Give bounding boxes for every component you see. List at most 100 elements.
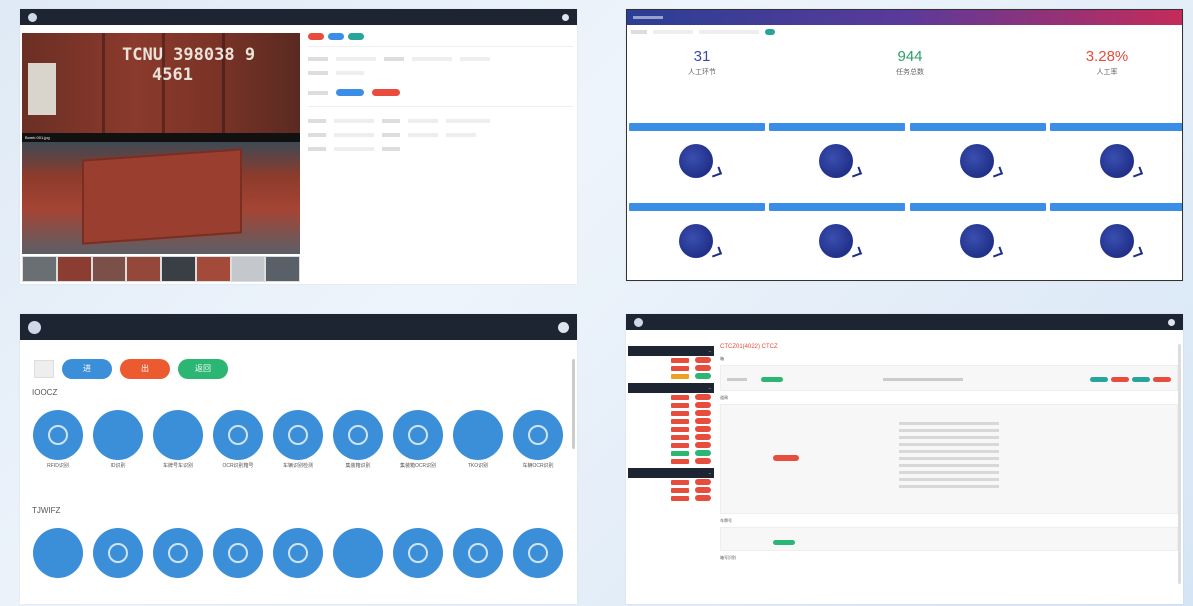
ocr-icon: [213, 410, 263, 460]
device-icon: [33, 528, 83, 578]
device-item[interactable]: 集装箱OCR识别: [392, 410, 444, 469]
lane-row: [628, 425, 714, 433]
menu-item[interactable]: [788, 319, 796, 325]
device-item[interactable]: RFID识别: [32, 410, 84, 469]
device-item[interactable]: [392, 528, 444, 578]
toggle[interactable]: [695, 450, 711, 456]
tab-in[interactable]: 进: [62, 359, 112, 379]
container-body: [82, 148, 242, 245]
device-item[interactable]: ID识别: [92, 410, 144, 469]
menu-item[interactable]: [82, 14, 90, 20]
app-logo-icon: [28, 320, 41, 334]
lane-sidebar: [628, 346, 714, 505]
avatar[interactable]: [558, 321, 569, 333]
group-header[interactable]: [628, 383, 714, 393]
menu-item[interactable]: [196, 324, 204, 330]
lane-row: [628, 417, 714, 425]
device-item[interactable]: 集装箱识别: [332, 410, 384, 469]
device-item[interactable]: [512, 528, 564, 578]
menu-item[interactable]: [769, 319, 775, 325]
toggle[interactable]: [695, 365, 711, 371]
form-row: [308, 89, 573, 96]
user-area: [1168, 318, 1175, 326]
device-item[interactable]: [92, 528, 144, 578]
device-item[interactable]: 车辆OCR识别: [512, 410, 564, 469]
toggle[interactable]: [695, 410, 711, 416]
thumbnail[interactable]: [92, 257, 126, 281]
menu-item[interactable]: [144, 324, 156, 330]
device-item[interactable]: TKO识别: [452, 410, 504, 469]
thumbnail[interactable]: [127, 257, 160, 281]
menu-item[interactable]: [747, 319, 755, 325]
toggle[interactable]: [695, 487, 711, 493]
query-button[interactable]: [765, 29, 775, 35]
lane-group: [628, 346, 714, 380]
device-item[interactable]: [152, 528, 204, 578]
menu-item[interactable]: [243, 324, 255, 330]
thumbnail[interactable]: [57, 257, 91, 281]
menu-item[interactable]: [269, 324, 282, 330]
tab-return[interactable]: 返回: [178, 359, 228, 379]
thumbnail[interactable]: [196, 257, 230, 281]
action-button[interactable]: [328, 33, 344, 40]
action-button[interactable]: [348, 33, 364, 40]
toggle[interactable]: [695, 458, 711, 464]
avatar[interactable]: [562, 13, 569, 21]
menu-item[interactable]: [126, 14, 134, 20]
status-badge: [773, 455, 799, 461]
nav-item[interactable]: [687, 15, 695, 20]
toggle[interactable]: [695, 495, 711, 501]
toggle[interactable]: [695, 394, 711, 400]
top-nav-bar: [20, 9, 577, 25]
blue-action[interactable]: [336, 89, 364, 96]
status-badge: [761, 377, 783, 382]
device-item[interactable]: [32, 528, 84, 578]
toggle[interactable]: [695, 357, 711, 363]
thumbnail[interactable]: [23, 257, 56, 281]
group-header[interactable]: [628, 346, 714, 356]
scrollbar[interactable]: [572, 359, 575, 449]
menu-item[interactable]: [169, 324, 182, 330]
back-icon[interactable]: [34, 360, 54, 378]
toggle[interactable]: [695, 479, 711, 485]
row-action-button[interactable]: [1153, 377, 1171, 382]
thumbnail[interactable]: [266, 257, 299, 281]
menu-item[interactable]: [726, 319, 734, 325]
detail-table: [720, 527, 1178, 551]
device-item[interactable]: 车辆识别检测: [272, 410, 324, 469]
nav-item[interactable]: [703, 15, 711, 20]
device-item[interactable]: OCR识别箱号: [212, 410, 264, 469]
device-item[interactable]: [332, 528, 384, 578]
device-label: 车辆识别检测: [282, 463, 313, 469]
section-label: 车牌号: [720, 518, 732, 523]
row-action-button[interactable]: [1090, 377, 1108, 382]
toggle[interactable]: [695, 442, 711, 448]
red-action[interactable]: [372, 89, 400, 96]
action-button[interactable]: [308, 33, 324, 40]
group-header[interactable]: [628, 468, 714, 478]
nav-item[interactable]: [671, 15, 679, 20]
menu-item[interactable]: [810, 319, 818, 325]
toggle[interactable]: [695, 418, 711, 424]
thumbnail[interactable]: [231, 257, 265, 281]
scrollbar[interactable]: [1178, 344, 1181, 584]
row-action-button[interactable]: [1132, 377, 1150, 382]
toggle[interactable]: [695, 373, 711, 379]
device-item[interactable]: 车牌号车识别: [152, 410, 204, 469]
tab-out[interactable]: 出: [120, 359, 170, 379]
menu-item[interactable]: [148, 14, 156, 20]
toggle[interactable]: [695, 426, 711, 432]
row-action-button[interactable]: [1111, 377, 1129, 382]
user-area: [562, 13, 569, 21]
menu-item[interactable]: [218, 324, 230, 330]
device-item[interactable]: [272, 528, 324, 578]
menu-item[interactable]: [104, 14, 112, 20]
toggle[interactable]: [695, 434, 711, 440]
device-item[interactable]: [212, 528, 264, 578]
avatar[interactable]: [1168, 318, 1175, 326]
toggle[interactable]: [695, 402, 711, 408]
user-area: [558, 321, 569, 333]
thumbnail[interactable]: [162, 257, 195, 281]
menu-item[interactable]: [832, 319, 840, 325]
device-item[interactable]: [452, 528, 504, 578]
